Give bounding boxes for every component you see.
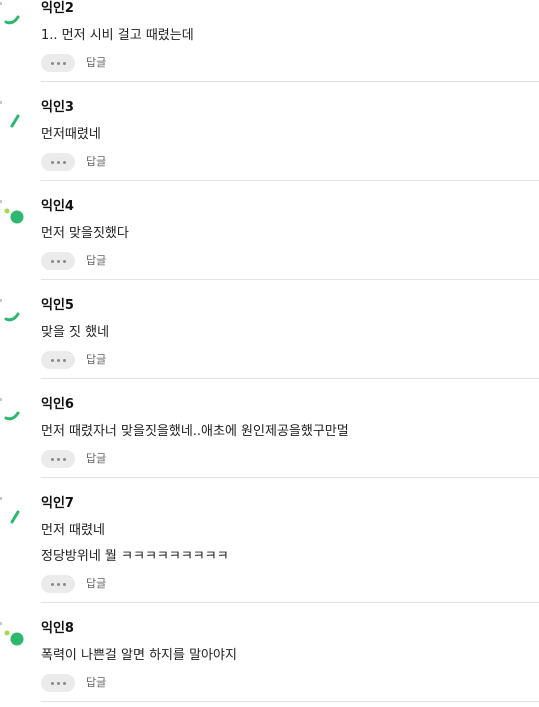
comment-text: 먼저 때렸네 [41,523,105,538]
comment-text: 맞을 짓 했네 [41,325,110,340]
avatar-icon [0,396,30,430]
reply-link[interactable]: 답글 [86,153,106,171]
avatar-icon [0,0,30,34]
more-options-button[interactable] [41,674,75,692]
comment-divider [41,180,539,181]
avatar-icon [0,297,30,331]
comment-author: 익인2 [41,1,74,16]
reply-link[interactable]: 답글 [86,252,106,270]
comment-author: 익인5 [41,298,74,313]
reply-link[interactable]: 답글 [86,450,106,468]
more-options-button[interactable] [41,252,75,270]
comment-author: 익인8 [41,621,74,636]
more-options-button[interactable] [41,450,75,468]
comment-author: 익인7 [41,496,74,511]
comment-text: 정당방위네 뭘 ㅋㅋㅋㅋㅋㅋㅋㅋㅋ [41,549,229,564]
reply-link[interactable]: 답글 [86,54,106,72]
comment-text: 먼저때렸네 [41,127,101,142]
reply-link[interactable]: 답글 [86,674,106,692]
reply-link[interactable]: 답글 [86,351,106,369]
comment-divider [41,477,539,478]
comment-text: 폭력이 나쁜걸 알면 하지를 말아야지 [41,648,237,663]
comment-author: 익인3 [41,100,74,115]
more-options-button[interactable] [41,54,75,72]
comment-author: 익인4 [41,199,74,214]
avatar-icon [0,495,30,529]
comment-divider [41,378,539,379]
comment-text: 1.. 먼저 시비 걸고 때렸는데 [41,28,194,43]
avatar-icon [0,620,30,654]
comment-divider [41,279,539,280]
more-options-button[interactable] [41,153,75,171]
more-options-button[interactable] [41,575,75,593]
more-options-button[interactable] [41,351,75,369]
avatar-icon [0,198,30,232]
comment-text: 먼저 때렸자너 맞을짓을했네..애초에 원인제공을했구만멀 [41,424,349,439]
reply-link[interactable]: 답글 [86,575,106,593]
comment-divider [41,81,539,82]
comment-divider [41,701,539,702]
comment-text: 먼저 맞을짓했다 [41,226,129,241]
avatar-icon [0,99,30,133]
comment-author: 익인6 [41,397,74,412]
comment-divider [41,602,539,603]
